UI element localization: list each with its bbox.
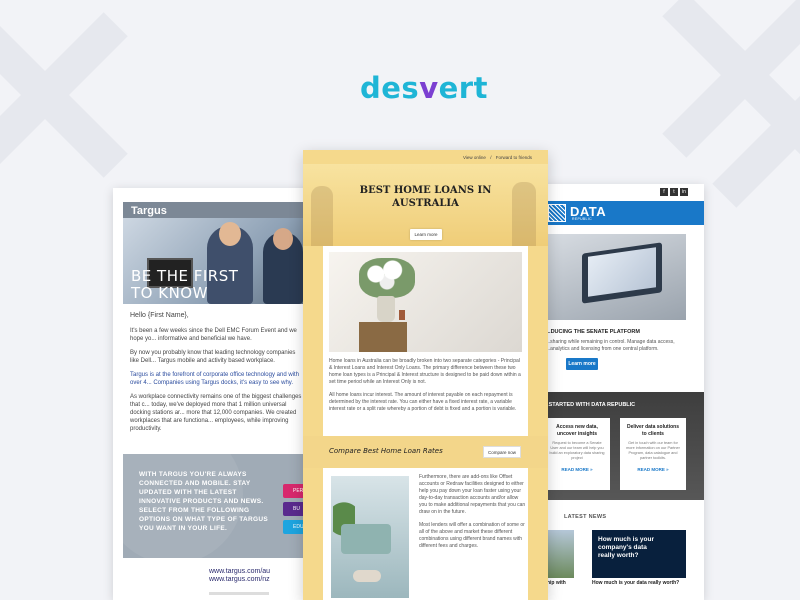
- news-image-text: How much is your company's data really w…: [598, 536, 654, 559]
- feature-card: Deliver data solutions to clients Get in…: [620, 418, 686, 490]
- feature-title: Deliver data solutions to clients: [627, 424, 679, 437]
- compare-text: Compare Best Home Loan Rates: [329, 447, 443, 455]
- paragraph: Furthermore, there are add-ons like Offs…: [419, 474, 526, 515]
- read-more-link[interactable]: READ MORE »: [548, 467, 606, 472]
- compare-banner: Compare Best Home Loan Rates Compare now: [303, 436, 548, 468]
- view-online-link[interactable]: View online: [463, 155, 486, 160]
- link-separator: /: [490, 155, 492, 160]
- targus-header: BE THE FIRST TO KNOW Targus: [123, 202, 313, 304]
- learn-more-button[interactable]: Learn more: [410, 229, 442, 240]
- dog-image: [353, 570, 381, 582]
- paragraph: By now you probably know that leading te…: [130, 350, 296, 364]
- hero-heading: BE THE FIRST TO KNOW: [131, 267, 239, 302]
- living-room-photo: [331, 476, 409, 598]
- feature-text: Get in touch with our team for more info…: [626, 441, 680, 460]
- targus-body: Hello {First Name}, It's been a few week…: [130, 312, 306, 439]
- latest-news-title: LATEST NEWS: [564, 514, 607, 520]
- paragraph: All home loans incur interest. The amoun…: [329, 392, 517, 412]
- laptop-hero-image: [546, 234, 686, 320]
- get-started-title: ...STARTED WITH DATA REPUBLIC: [544, 402, 636, 408]
- vase-image: [377, 296, 395, 322]
- greeting: Hello {First Name},: [130, 312, 189, 319]
- feature-title: Access new data, uncover insights: [556, 424, 598, 437]
- section-title: ...DUCING THE SENATE PLATFORM: [546, 329, 640, 335]
- candle-image: [399, 310, 405, 320]
- data-republic-email-preview: f t in DATA REPUBLIC ...DUCING THE SENAT…: [540, 184, 704, 600]
- paragraph: Targus is at the forefront of corporate …: [130, 372, 299, 386]
- promo-text: WITH TARGUS YOU'RE ALWAYS CONNECTED AND …: [139, 471, 269, 532]
- social-icons: f t in: [660, 188, 688, 196]
- twitter-icon[interactable]: t: [670, 188, 678, 196]
- desvert-logo: desvert: [360, 71, 500, 105]
- footer-divider: [209, 592, 269, 595]
- read-more-link[interactable]: READ MORE »: [624, 467, 682, 472]
- data-republic-logo-icon: [548, 204, 566, 222]
- logo-text: desvert: [360, 71, 488, 105]
- bedroom-photo: [329, 252, 522, 352]
- paragraph: As workplace connectivity remains one of…: [130, 394, 302, 432]
- home-loans-header: BEST HOME LOANS IN AUSTRALIA Learn more: [303, 164, 548, 246]
- targus-logo: Targus: [131, 205, 167, 217]
- flowers-image: [359, 258, 415, 298]
- paragraph: It's been a few weeks since the Dell EMC…: [130, 328, 297, 342]
- facebook-icon[interactable]: f: [660, 188, 668, 196]
- side-table-image: [359, 322, 407, 352]
- hero-photo: BE THE FIRST TO KNOW: [123, 218, 313, 304]
- news-image[interactable]: How much is your company's data really w…: [592, 530, 686, 578]
- compare-now-button[interactable]: Compare now: [483, 446, 521, 458]
- page-title: BEST HOME LOANS IN AUSTRALIA: [359, 185, 492, 209]
- get-started-section: ...STARTED WITH DATA REPUBLIC Access new…: [540, 392, 704, 500]
- body-text: Furthermore, there are add-ons like Offs…: [419, 474, 527, 556]
- home-loans-email-preview: View online / Forward to friends BEST HO…: [303, 150, 548, 600]
- linkedin-icon[interactable]: in: [680, 188, 688, 196]
- link-nz[interactable]: www.targus.com/nz: [209, 576, 270, 584]
- background-decoration: [720, 50, 800, 200]
- background-decoration: [0, 20, 120, 170]
- body-text: Home loans in Australia can be broadly b…: [329, 358, 522, 419]
- section-text: ...sharing while remaining in control. M…: [546, 339, 675, 352]
- targus-email-preview: BE THE FIRST TO KNOW Targus Hello {First…: [113, 188, 313, 600]
- targus-links: www.targus.com/au www.targus.com/nz: [209, 568, 270, 584]
- news-caption[interactable]: How much is your data really worth?: [592, 580, 679, 587]
- feature-card: Access new data, uncover insights Reques…: [544, 418, 610, 490]
- targus-promo-block: WITH TARGUS YOU'RE ALWAYS CONNECTED AND …: [123, 454, 313, 558]
- data-republic-logo-sub: REPUBLIC: [572, 217, 592, 221]
- person-head: [219, 222, 241, 246]
- forward-link[interactable]: Forward to friends: [496, 155, 532, 160]
- data-republic-banner: DATA REPUBLIC: [540, 201, 704, 225]
- paragraph: Most lenders will offer a combination of…: [419, 522, 525, 549]
- person-head: [273, 228, 293, 250]
- sofa-image: [341, 524, 391, 554]
- link-au[interactable]: www.targus.com/au: [209, 568, 270, 576]
- top-links: View online / Forward to friends: [460, 155, 532, 160]
- feature-text: Request to become a Senate User and our …: [549, 441, 605, 460]
- learn-more-button[interactable]: Learn more: [566, 358, 598, 370]
- paragraph: Home loans in Australia can be broadly b…: [329, 358, 521, 385]
